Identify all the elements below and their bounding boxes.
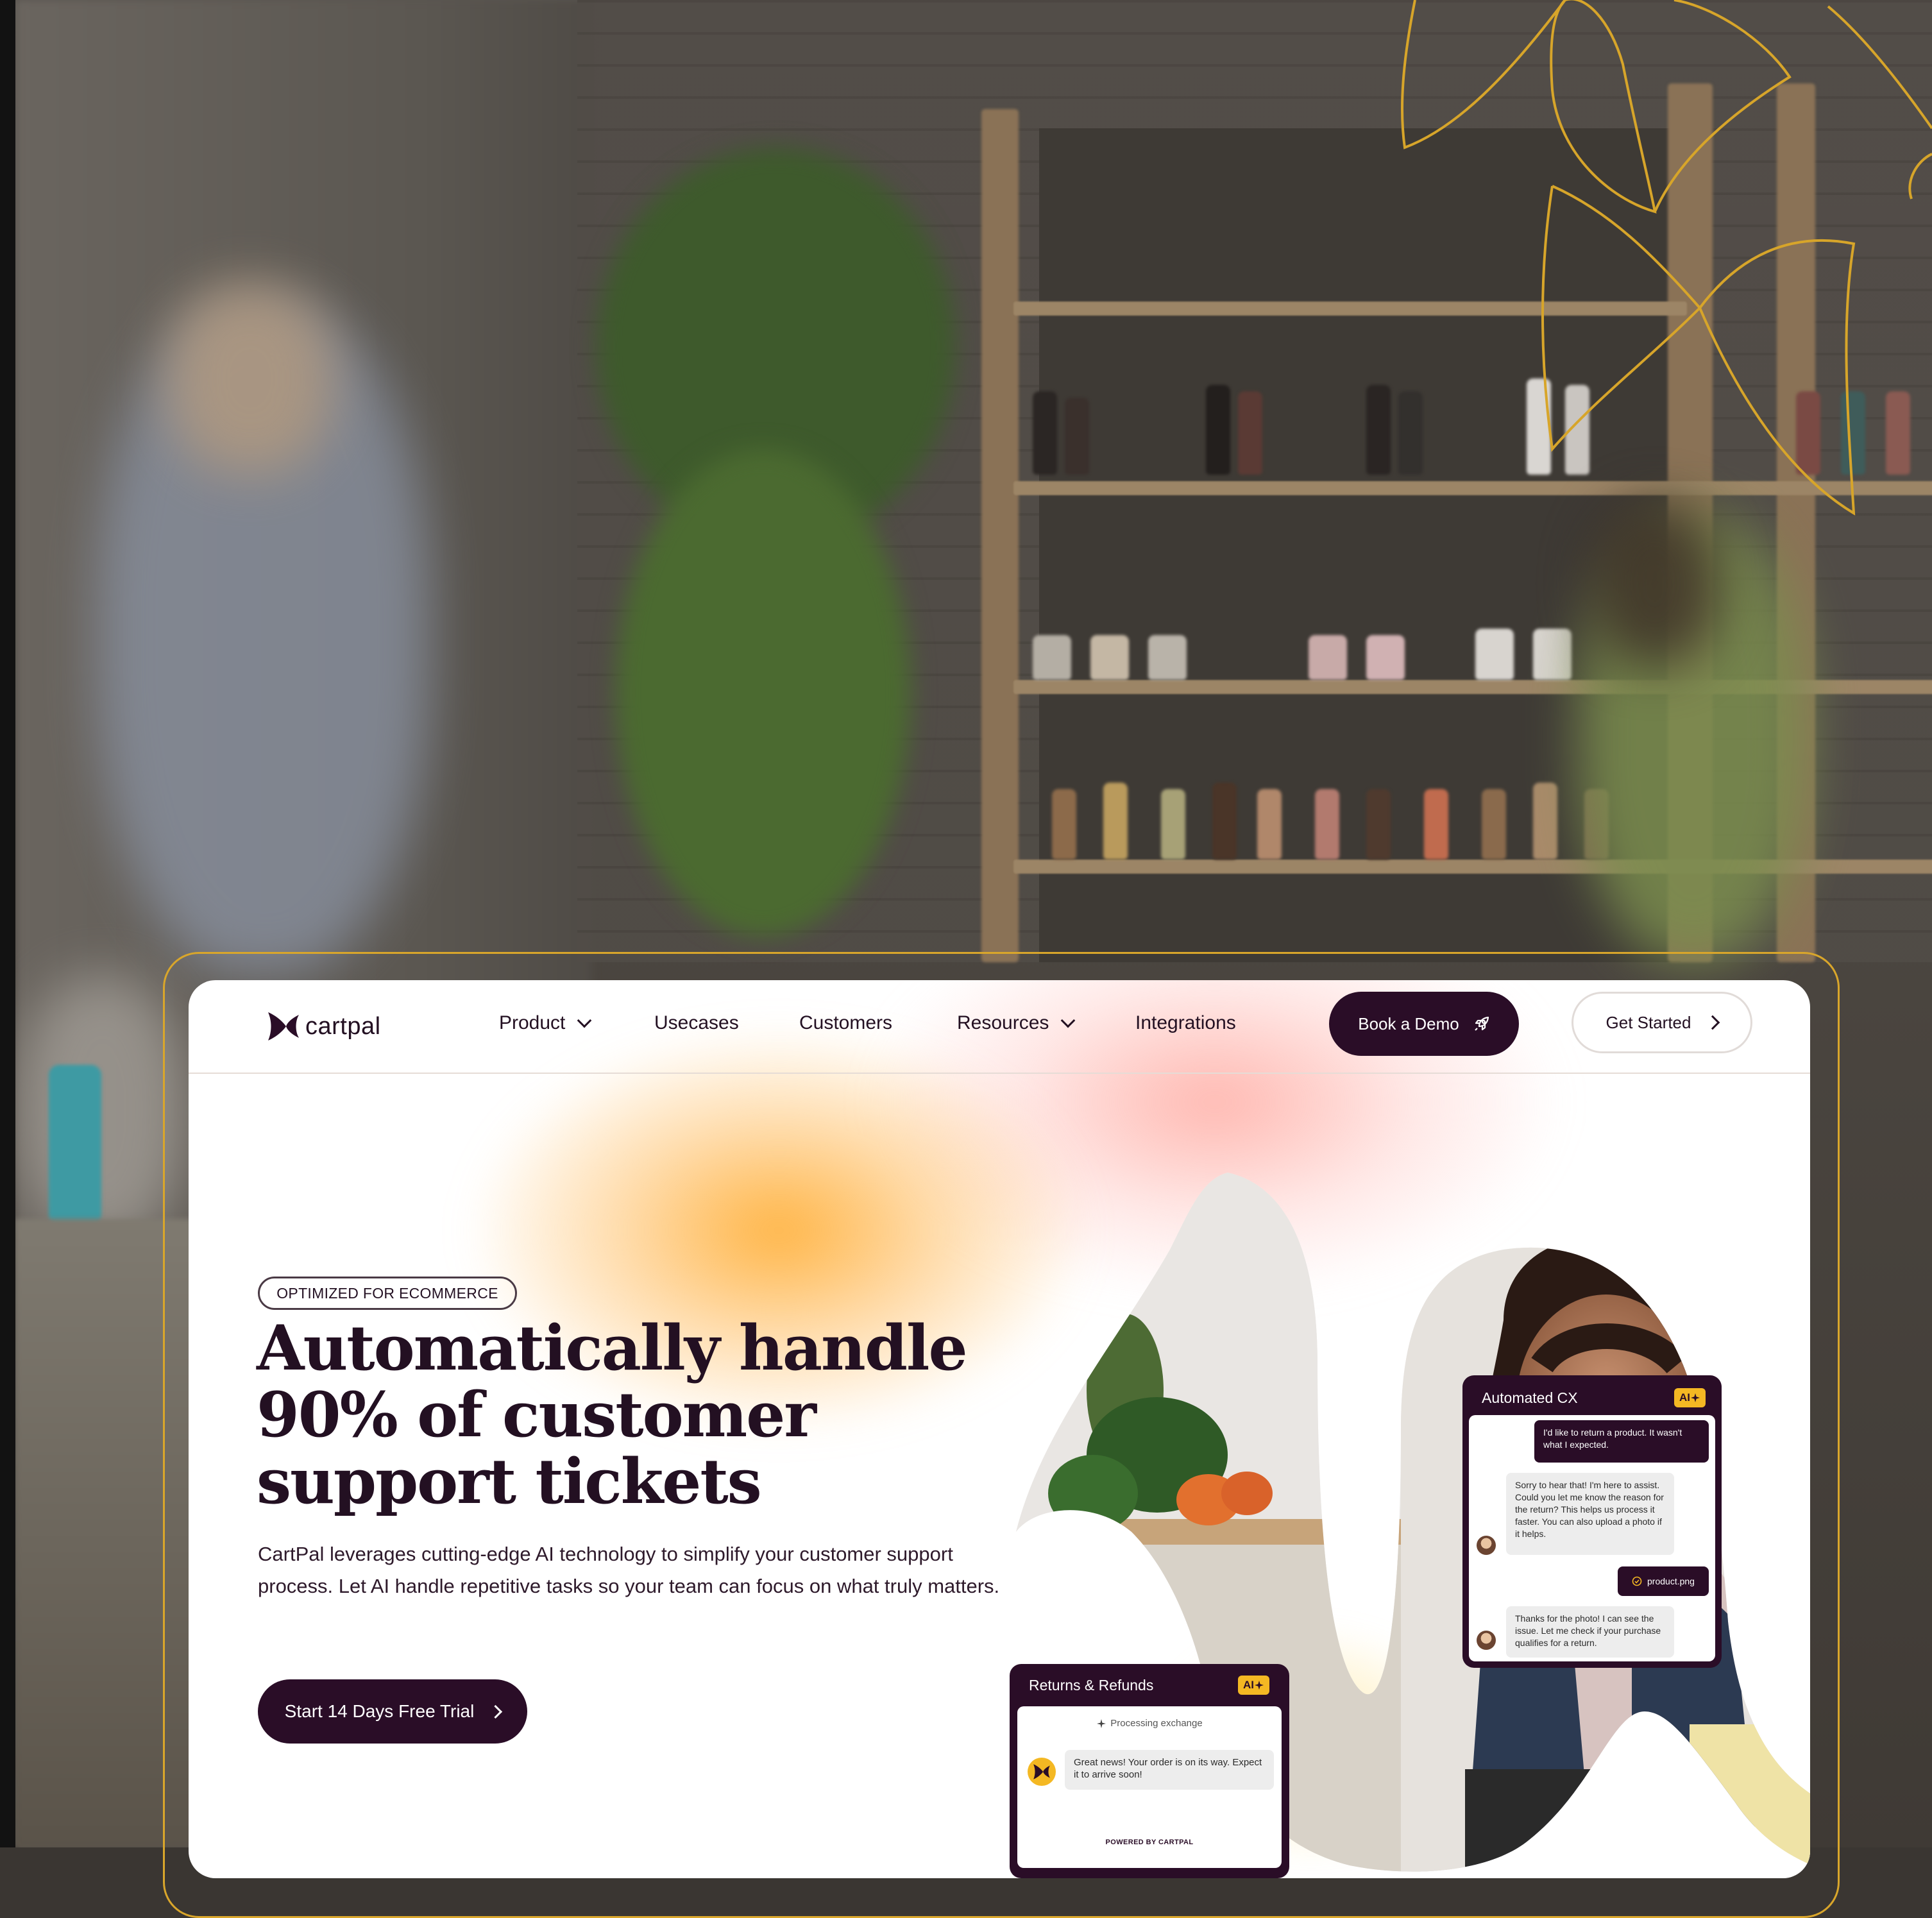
chevron-down-icon <box>1061 1013 1076 1028</box>
cartpal-logo-icon <box>1033 1764 1050 1779</box>
cartpal-logo[interactable]: cartpal <box>266 1007 381 1046</box>
returns-refunds-widget: Returns & Refunds AI Processing exchange… <box>1010 1664 1289 1878</box>
ai-badge-label: AI <box>1243 1679 1254 1691</box>
badge-label: OPTIMIZED FOR ECOMMERCE <box>276 1284 498 1302</box>
nav-item-label: Customers <box>799 1012 893 1033</box>
chat-message-agent: Sorry to hear that! I'm here to assist. … <box>1506 1473 1674 1555</box>
hero-subtext: CartPal leverages cutting-edge AI techno… <box>258 1543 1000 1597</box>
start-trial-label: Start 14 Days Free Trial <box>284 1701 475 1721</box>
get-started-button[interactable]: Get Started <box>1572 992 1752 1053</box>
processing-status: Processing exchange <box>1017 1718 1282 1729</box>
book-demo-label: Book a Demo <box>1358 1014 1459 1033</box>
nav-item-usecases[interactable]: Usecases <box>654 1012 739 1034</box>
jar <box>1090 635 1129 680</box>
bottle <box>1238 391 1262 475</box>
bottle <box>1052 789 1076 860</box>
bottle <box>1257 789 1282 860</box>
bottle <box>1103 783 1128 860</box>
blurred-counter <box>19 975 186 1244</box>
fern-plant <box>616 449 911 937</box>
nav-item-label: Integrations <box>1135 1012 1236 1033</box>
nav-item-customers[interactable]: Customers <box>799 1012 892 1034</box>
bottle <box>1315 789 1339 860</box>
book-demo-button[interactable]: Book a Demo <box>1329 992 1519 1056</box>
automated-cx-widget: Automated CX AI I'd like to return a pro… <box>1462 1375 1722 1668</box>
logo-wordmark: cartpal <box>305 1012 381 1040</box>
jar <box>1475 629 1514 680</box>
ai-badge: AI <box>1674 1388 1706 1407</box>
bottle <box>1212 783 1237 860</box>
chat-message-agent: Thanks for the photo! I can see the issu… <box>1506 1606 1674 1658</box>
processing-status-label: Processing exchange <box>1110 1718 1203 1729</box>
agent-avatar <box>1477 1631 1496 1650</box>
optimized-badge: OPTIMIZED FOR ECOMMERCE <box>258 1277 517 1310</box>
bottle <box>1366 789 1391 860</box>
left-edge <box>0 0 15 1847</box>
headline-line: 90% of customer <box>257 1379 817 1451</box>
bottle <box>1424 789 1448 860</box>
sparkle-icon <box>1255 1681 1264 1690</box>
bottle <box>1161 789 1185 860</box>
bottle <box>1206 385 1230 475</box>
headline-line: Automatically handle <box>257 1312 968 1384</box>
start-trial-button[interactable]: Start 14 Days Free Trial <box>258 1679 527 1744</box>
bottle <box>1533 783 1557 860</box>
decorative-swirl <box>1401 0 1932 516</box>
jar <box>1533 629 1572 680</box>
powered-by-label: POWERED BY CARTPAL <box>1105 1838 1194 1846</box>
teal-bottle <box>49 1065 101 1225</box>
chevron-right-icon <box>489 1704 503 1719</box>
ai-badge-label: AI <box>1679 1391 1690 1404</box>
bottle <box>1033 391 1057 475</box>
cartpal-avatar <box>1028 1758 1056 1786</box>
nav-item-label: Usecases <box>654 1012 739 1033</box>
get-started-label: Get Started <box>1606 1012 1691 1032</box>
chat-body: I'd like to return a product. It wasn't … <box>1469 1415 1715 1661</box>
nav-item-resources[interactable]: Resources <box>957 1012 1076 1034</box>
bottle <box>1482 789 1506 860</box>
blurred-person <box>167 282 334 475</box>
nav-item-integrations[interactable]: Integrations <box>1135 1012 1236 1034</box>
widget-title: Automated CX <box>1482 1389 1578 1406</box>
headline-line: support tickets <box>257 1445 762 1518</box>
nav-item-product[interactable]: Product <box>499 1012 592 1034</box>
website-card: cartpal Product Usecases Customers Resou… <box>189 980 1810 1878</box>
bottle <box>1065 398 1089 475</box>
cartpal-logo-icon <box>268 1012 299 1040</box>
top-nav: cartpal Product Usecases Customers Resou… <box>189 980 1810 1074</box>
jar <box>1033 635 1071 680</box>
chevron-down-icon <box>577 1013 592 1028</box>
widget-title: Returns & Refunds <box>1029 1677 1154 1693</box>
nav-item-label: Resources <box>957 1012 1049 1033</box>
chat-message-user: I'd like to return a product. It wasn't … <box>1534 1420 1709 1463</box>
check-circle-icon <box>1632 1576 1642 1586</box>
agent-avatar <box>1477 1536 1496 1555</box>
chevron-right-icon <box>1706 1015 1720 1030</box>
sparkle-icon <box>1097 1719 1106 1728</box>
attachment-filename: product.png <box>1647 1575 1695 1586</box>
ai-badge: AI <box>1238 1676 1269 1695</box>
rocket-icon <box>1474 1016 1489 1031</box>
hero-headline: Automatically handle 90% of customer sup… <box>257 1315 1026 1515</box>
chat-message-agent: Great news! Your order is on its way. Ex… <box>1065 1750 1274 1790</box>
shelf-post <box>981 109 1019 962</box>
jar <box>1309 635 1347 680</box>
chat-body: Processing exchange Great news! Your ord… <box>1017 1706 1282 1868</box>
jar <box>1366 635 1405 680</box>
sparkle-icon <box>1691 1393 1700 1402</box>
nav-item-label: Product <box>499 1012 566 1033</box>
chat-attachment[interactable]: product.png <box>1618 1566 1709 1596</box>
jar <box>1148 635 1187 680</box>
